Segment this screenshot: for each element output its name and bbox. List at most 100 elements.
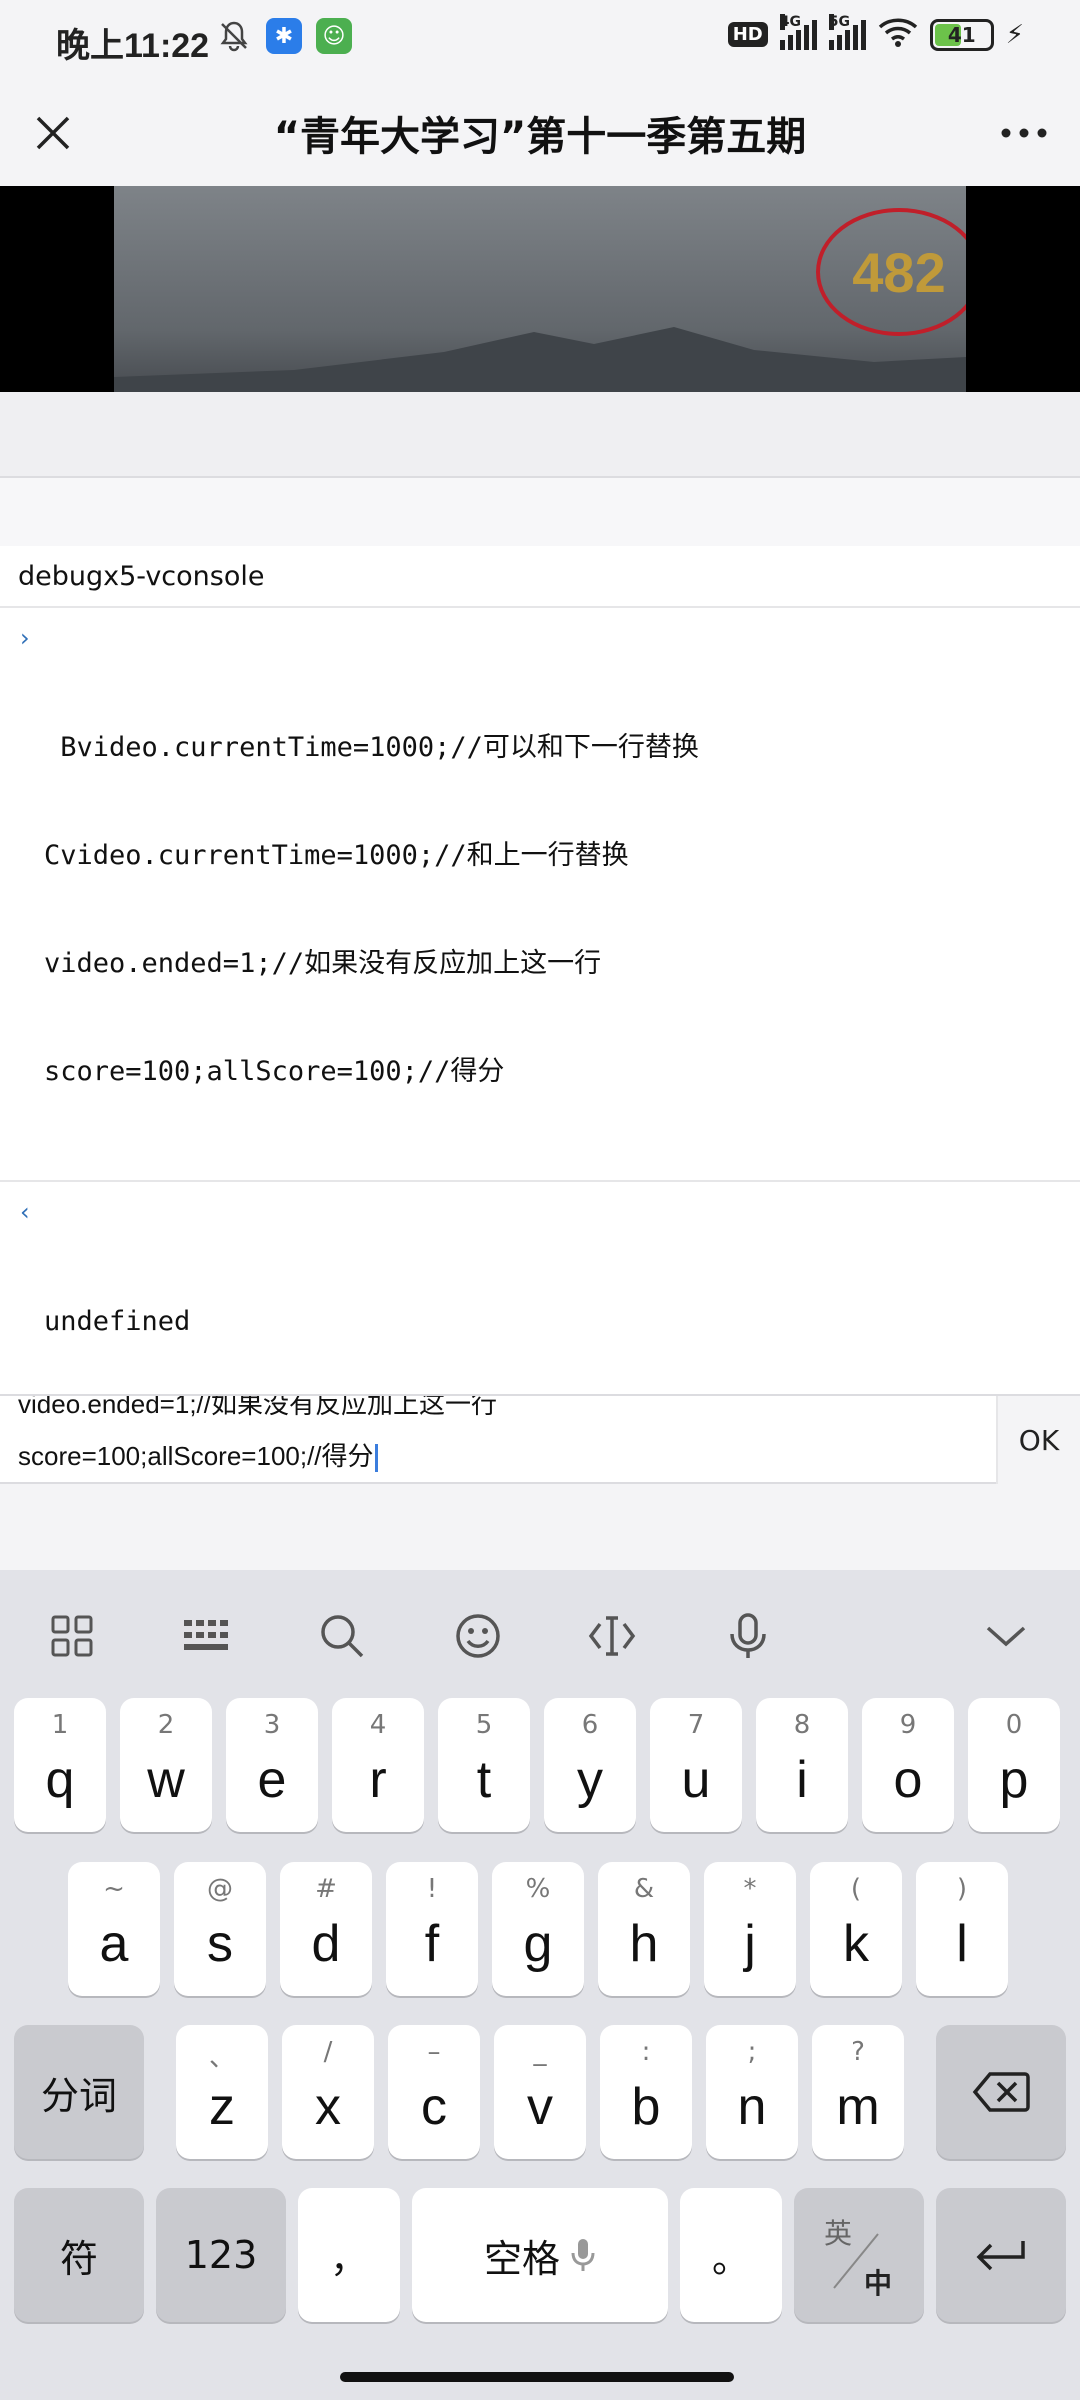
collapse-keyboard-icon[interactable]	[974, 1608, 1038, 1664]
enter-key[interactable]	[936, 2188, 1066, 2322]
key-n[interactable]: ; n	[706, 2025, 798, 2159]
signal-5g-icon: 5G	[828, 13, 866, 50]
keyboard-gap	[0, 1484, 1080, 1570]
content-spacer	[0, 392, 1080, 478]
language-divider	[833, 2233, 879, 2289]
key-o[interactable]: 9o	[862, 1698, 954, 1832]
ok-button[interactable]: OK	[996, 1396, 1080, 1484]
key-hint: 4	[369, 1710, 387, 1740]
key-r[interactable]: 4r	[332, 1698, 424, 1832]
key-hint: 、	[208, 2043, 235, 2073]
period-key[interactable]: 。	[680, 2188, 782, 2322]
key-m[interactable]: ? m	[812, 2025, 904, 2159]
key-letter: k	[843, 1915, 869, 1973]
key-l[interactable]: ) l	[916, 1862, 1008, 1996]
home-indicator[interactable]	[340, 2372, 734, 2382]
command-input-line-current: score=100;allScore=100;//得分	[18, 1436, 378, 1473]
key-letter: x	[315, 2078, 341, 2136]
key-letter: g	[523, 1915, 553, 1973]
key-hint: _	[533, 2037, 547, 2067]
console-input-line: Cvideo.currentTime=1000;//和上一行替换	[44, 840, 629, 871]
key-letter: r	[369, 1751, 387, 1809]
key-hint: 6	[581, 1710, 599, 1740]
key-f[interactable]: ! f	[386, 1862, 478, 1996]
key-t[interactable]: 5t	[438, 1698, 530, 1832]
key-hint: (	[850, 1874, 862, 1904]
title-bar: “青年大学习”第十一季第五期	[0, 80, 1080, 186]
backspace-key[interactable]	[936, 2025, 1066, 2159]
soft-keyboard: 1 q 2 w 3 e 4 r 5 t 6 y 7 u 8 i 9 o 0 p ~ a @ s # d! f% g & h * j(k) l、 z…	[0, 1570, 1080, 2400]
status-right-icons: HD 4G 5G 41 ⚡	[727, 13, 1024, 53]
command-input[interactable]: video.ended=1;//如果没有反应加上这一行 score=100;al…	[0, 1396, 994, 1484]
numbers-key[interactable]: 123	[156, 2188, 286, 2322]
key-hint: 7	[687, 1710, 705, 1740]
key-letter: s	[207, 1915, 233, 1973]
more-options-button[interactable]	[990, 102, 1058, 164]
emoji-icon[interactable]	[446, 1608, 510, 1664]
key-hint: #	[315, 1874, 337, 1904]
key-x[interactable]: / x	[282, 2025, 374, 2159]
key-hint: :	[641, 2037, 651, 2067]
key-letter: u	[681, 1751, 711, 1809]
console-input-line: video.ended=1;//如果没有反应加上这一行	[44, 948, 602, 979]
key-q[interactable]: 1q	[14, 1698, 106, 1832]
key-h[interactable]: & h	[598, 1862, 690, 1996]
key-letter: f	[424, 1915, 440, 1973]
keyboard-toolbar	[0, 1570, 1080, 1698]
key-letter: w	[147, 1751, 185, 1809]
microphone-icon[interactable]	[716, 1608, 780, 1664]
key-u[interactable]: 7u	[650, 1698, 742, 1832]
key-letter: c	[421, 2078, 447, 2136]
key-z[interactable]: 、 z	[176, 2025, 268, 2159]
key-b[interactable]: :b	[600, 2025, 692, 2159]
key-a[interactable]: ~ a	[68, 1862, 160, 1996]
text-cursor	[374, 1444, 378, 1473]
space-mic-icon	[571, 2239, 595, 2271]
command-input-line: video.ended=1;//如果没有反应加上这一行	[18, 1396, 497, 1419]
video-frame: 482	[114, 186, 966, 392]
video-score-badge: 482	[816, 208, 966, 336]
key-letter: z	[209, 2078, 235, 2136]
key-w[interactable]: 2w	[120, 1698, 212, 1832]
key-k[interactable]: (k	[810, 1862, 902, 1996]
key-letter: p	[999, 1751, 1029, 1809]
space-key[interactable]: 空格	[412, 2188, 668, 2322]
console-input-entry: › Bvideo.currentTime=1000;//可以和下一行替换 Cvi…	[0, 608, 1080, 1182]
key-c[interactable]: – c	[388, 2025, 480, 2159]
console-input-line: score=100;allScore=100;//得分	[44, 1056, 505, 1087]
app-notification-icon: ✱	[266, 18, 302, 54]
key-hint: ?	[851, 2037, 865, 2067]
key-g[interactable]: % g	[492, 1862, 584, 1996]
console-tab-label[interactable]: debugx5-vconsole	[0, 546, 1080, 608]
comma-key[interactable]: ，	[298, 2188, 400, 2322]
key-e[interactable]: 3e	[226, 1698, 318, 1832]
cursor-move-icon[interactable]	[580, 1608, 644, 1664]
enter-icon	[976, 2241, 1025, 2271]
segment-key[interactable]: 分词	[14, 2025, 144, 2159]
key-y[interactable]: 6y	[544, 1698, 636, 1832]
key-v[interactable]: _ v	[494, 2025, 586, 2159]
key-j[interactable]: * j	[704, 1862, 796, 1996]
status-notification-icons: ✱ ☺	[216, 18, 352, 54]
input-arrow-icon: ›	[20, 624, 30, 652]
key-s[interactable]: @ s	[174, 1862, 266, 1996]
close-button[interactable]	[22, 102, 84, 164]
key-hint: /	[323, 2037, 333, 2067]
key-hint: *	[743, 1874, 757, 1904]
symbols-key[interactable]: 符	[14, 2188, 144, 2322]
key-hint: 0	[1005, 1710, 1023, 1740]
more-dots-icon	[1001, 128, 1047, 138]
hd-badge: HD	[727, 22, 768, 47]
search-icon[interactable]	[310, 1608, 374, 1664]
video-player[interactable]: 482	[0, 186, 1080, 392]
language-switch-key[interactable]: 英 中	[794, 2188, 924, 2322]
key-letter: b	[631, 2078, 661, 2136]
charging-icon: ⚡	[1005, 19, 1024, 50]
key-i[interactable]: 8i	[756, 1698, 848, 1832]
console-output-value: undefined	[44, 1306, 191, 1337]
key-d[interactable]: # d	[280, 1862, 372, 1996]
wifi-icon	[878, 16, 918, 53]
apps-grid-icon[interactable]	[40, 1608, 104, 1664]
key-p[interactable]: 0p	[968, 1698, 1060, 1832]
keyboard-layout-icon[interactable]	[174, 1608, 238, 1664]
